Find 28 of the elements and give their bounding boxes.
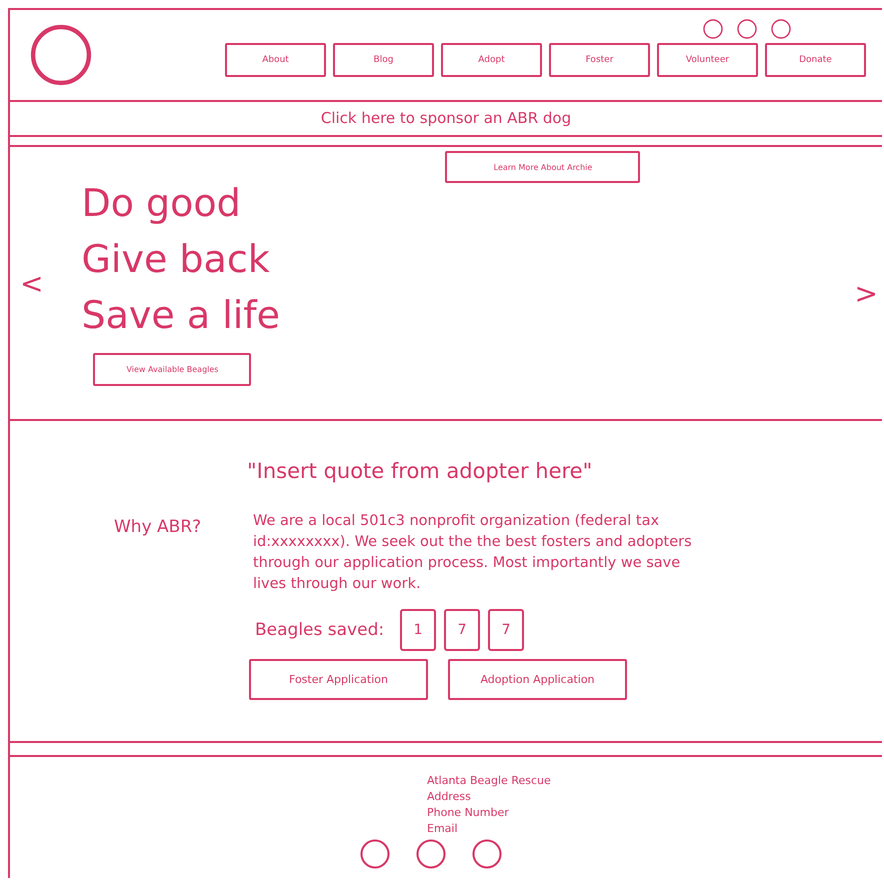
counter-label: Beagles saved: — [255, 620, 384, 640]
next-arrow[interactable]: > — [854, 276, 878, 310]
application-button[interactable]: Adoption Application — [448, 659, 627, 700]
headline-text: Give back — [81, 236, 271, 283]
nav-button[interactable]: About — [225, 43, 326, 77]
nav-button[interactable]: Foster — [549, 43, 650, 77]
footer-text: Phone Number — [427, 805, 510, 821]
view-beagles-button[interactable]: View Available Beagles — [93, 353, 252, 386]
nav-button[interactable]: Adopt — [441, 43, 542, 77]
counter-digit: 1 — [400, 609, 436, 651]
about-paragraph: We are a local 501c3 nonprofit organization (federal tax id:xxxxxxxx). We seek out the the best fosters and adopters through our application process. Most importantly we save lives through our work. — [253, 512, 693, 594]
footer-text: Email — [427, 821, 459, 837]
counter-digit: 7 — [488, 609, 524, 651]
nav-button[interactable]: Volunteer — [657, 43, 758, 77]
quote-text: "Insert quote from adopter here" — [247, 459, 594, 483]
nav-button[interactable]: Blog — [333, 43, 434, 77]
prev-arrow[interactable]: < — [20, 266, 44, 300]
sponsor-banner[interactable]: Click here to sponsor an ABR dog — [10, 102, 882, 137]
counter-digit: 7 — [444, 609, 480, 651]
application-button[interactable]: Foster Application — [249, 659, 428, 700]
section-heading: Why ABR? — [113, 517, 202, 539]
footer-text: Atlanta Beagle Rescue — [427, 773, 551, 789]
logo-icon[interactable] — [30, 24, 92, 86]
headline-text: Save a life — [81, 292, 282, 339]
footer-text: Address — [427, 789, 472, 805]
nav-button[interactable]: Donate — [765, 43, 866, 77]
learn-more-button[interactable]: Learn More About Archie — [445, 151, 640, 183]
headline-text: Do good — [81, 180, 242, 227]
